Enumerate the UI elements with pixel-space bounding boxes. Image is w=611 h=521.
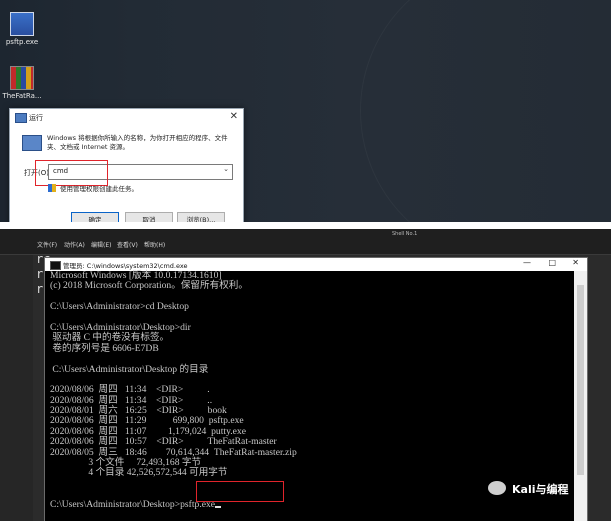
close-icon[interactable]: ✕ — [572, 258, 579, 267]
ok-button[interactable]: 确定 — [71, 212, 119, 222]
cmd-line: C:\Users\Administrator>cd Desktop — [50, 301, 189, 313]
shell-label: Shell No.1 — [392, 231, 418, 237]
chevron-down-icon[interactable]: ⌄ — [223, 165, 229, 173]
highlight-box-psftp — [196, 481, 284, 502]
menu-action[interactable]: 动作(A) — [64, 240, 85, 249]
run-dialog-title: 运行 — [29, 114, 43, 122]
explorer-menubar: 文件(F) 动作(A) 编辑(E) 查看(V) 帮助(H) Shell No.1 — [0, 229, 611, 255]
desktop-icon-label: TheFatRa... — [2, 92, 42, 100]
browse-button[interactable]: 浏览(B)... — [177, 212, 225, 222]
cancel-button[interactable]: 取消 — [125, 212, 173, 222]
watermark: Kali与编程 — [488, 481, 569, 503]
run-dialog: 运行 ✕ Windows 将根据你所输入的名称，为你打开相应的程序、文件夹、文档… — [9, 108, 244, 222]
cmd-line — [50, 354, 570, 364]
cmd-line: (c) 2018 Microsoft Corporation。保留所有权利。 — [50, 280, 248, 292]
cmd-output[interactable]: Microsoft Windows [版本 10.0.17134.1610] (… — [50, 270, 570, 510]
maximize-icon[interactable]: □ — [548, 258, 556, 267]
watermark-text: Kali与编程 — [512, 483, 569, 496]
admin-note-text: 使用管理权限创建此任务。 — [60, 185, 138, 193]
run-description: Windows 将根据你所输入的名称，为你打开相应的程序、文件夹、文档或 Int… — [47, 134, 228, 151]
desktop-icon-thefatrat[interactable]: TheFatRa... — [2, 66, 42, 100]
wechat-logo-icon — [488, 481, 506, 495]
desktop-screenshot: psftp.exe TheFatRa... 运行 ✕ Windows 将根据你所… — [0, 0, 611, 222]
vertical-scrollbar[interactable] — [574, 271, 587, 521]
cmd-prompt: C:\Users\Administrator\Desktop> — [50, 498, 181, 510]
run-icon — [15, 113, 27, 123]
close-icon[interactable]: ✕ — [230, 111, 238, 122]
run-dialog-titlebar[interactable]: 运行 ✕ — [10, 109, 243, 125]
menu-file[interactable]: 文件(F) — [37, 240, 57, 249]
menu-view[interactable]: 查看(V) — [117, 240, 138, 249]
cmd-line: 4 个目录 42,526,572,544 可用字节 — [50, 467, 228, 479]
psftp-icon — [10, 12, 34, 36]
menu-edit[interactable]: 编辑(E) — [91, 240, 111, 249]
left-rail — [0, 255, 33, 521]
menu-help[interactable]: 帮助(H) — [144, 240, 165, 249]
minimize-icon[interactable]: — — [523, 258, 531, 267]
uac-shield-icon — [48, 184, 56, 192]
winrar-icon — [10, 66, 34, 90]
cmd-screenshot: 文件(F) 动作(A) 编辑(E) 查看(V) 帮助(H) Shell No.1… — [0, 229, 611, 521]
cmd-title: 管理员: C:\windows\system32\cmd.exe — [63, 262, 188, 270]
menubar-divider — [0, 254, 611, 255]
cmd-icon — [50, 261, 61, 270]
cmd-line: 卷的序列号是 6606-E7DB — [50, 342, 159, 354]
run-program-icon — [22, 135, 42, 151]
wallpaper-decoration — [360, 0, 611, 222]
desktop-icon-label: psftp.exe — [5, 38, 39, 46]
text-cursor — [215, 505, 222, 508]
cmd-line: C:\Users\Administrator\Desktop 的目录 — [50, 363, 209, 375]
desktop-icon-psftp[interactable]: psftp.exe — [2, 12, 42, 46]
admin-note: 使用管理权限创建此任务。 — [48, 183, 138, 193]
scrollbar-thumb[interactable] — [577, 285, 584, 475]
